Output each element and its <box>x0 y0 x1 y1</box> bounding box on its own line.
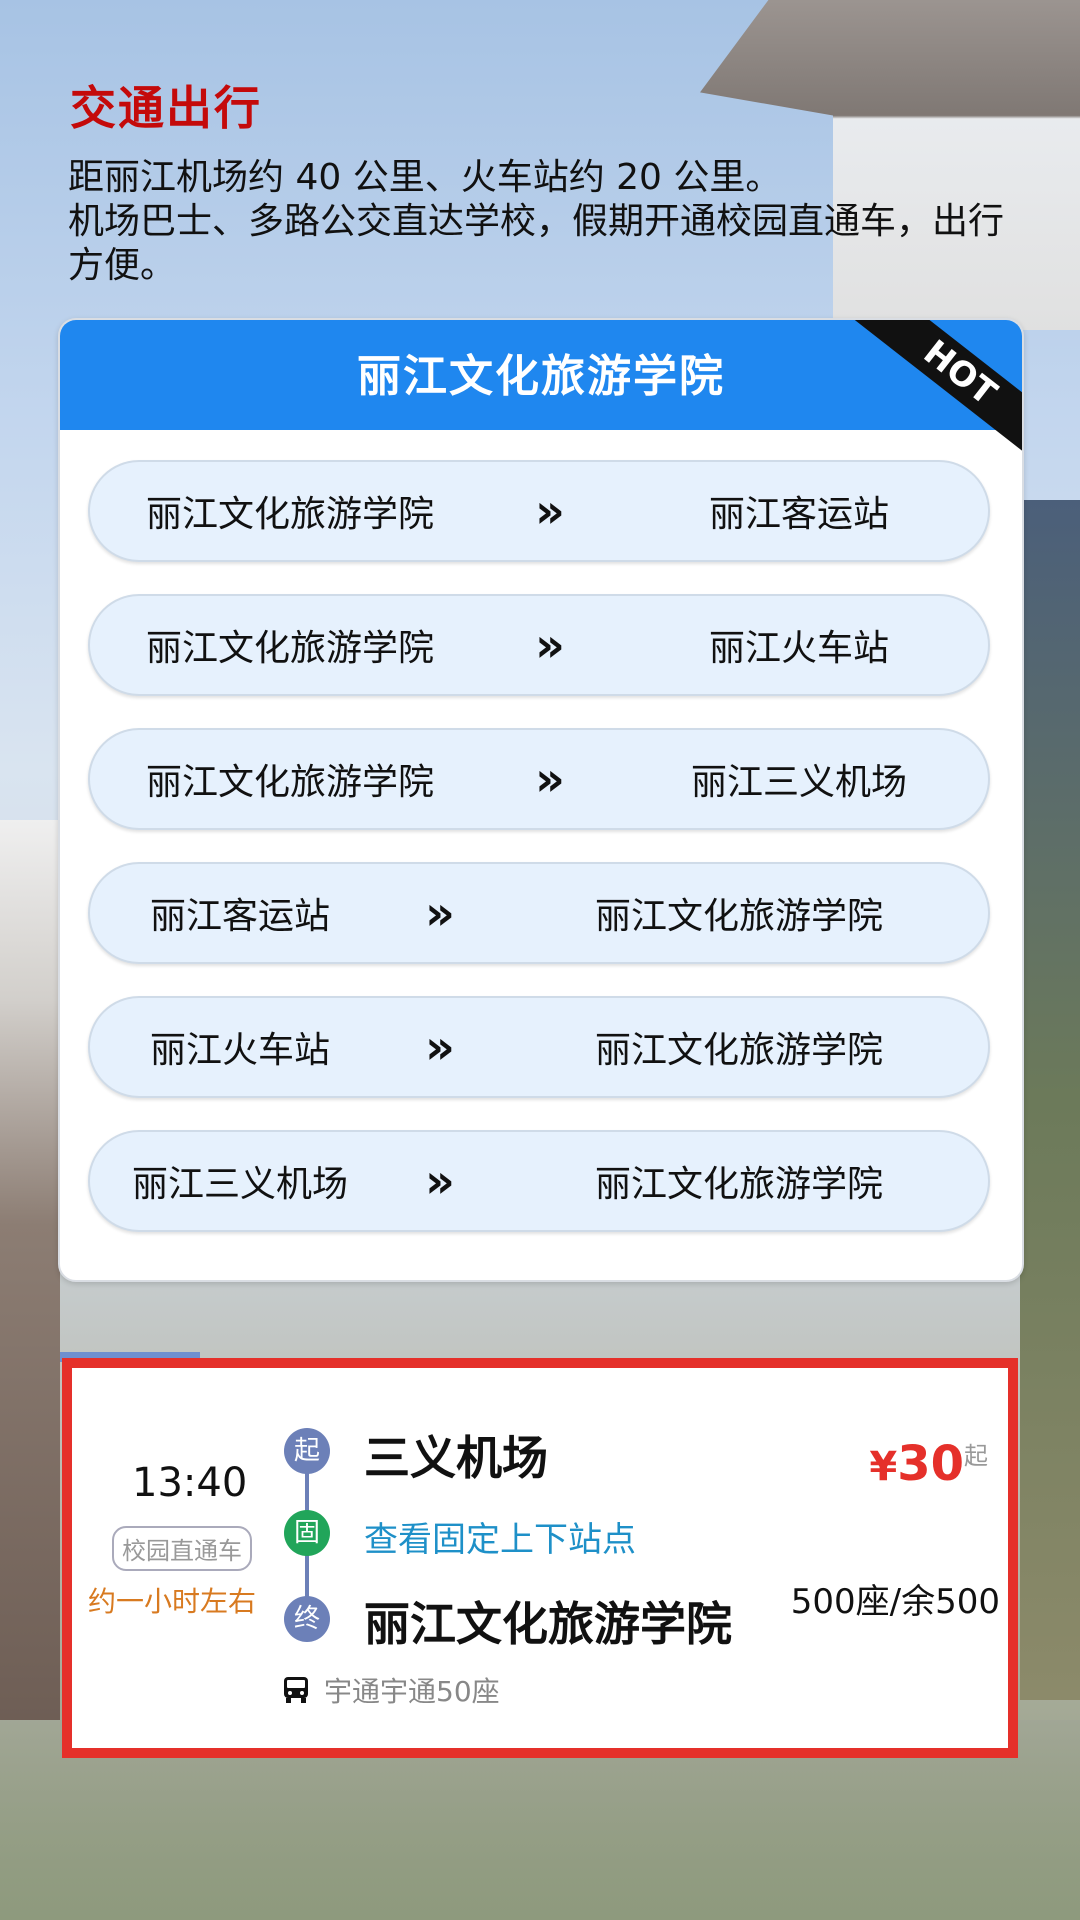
route-to: 丽江三义机场 <box>690 762 907 803</box>
price-suffix: 起 <box>964 1442 988 1470</box>
route-item[interactable]: 丽江文化旅游学院 » 丽江火车站 <box>88 594 990 696</box>
service-type-badge: 校园直通车 <box>112 1526 252 1571</box>
route-from: 丽江文化旅游学院 <box>145 494 434 535</box>
bus-icon <box>284 1677 308 1703</box>
route-from: 丽江火车站 <box>149 1030 330 1071</box>
fixed-stops-marker-icon: 固 <box>284 1510 330 1556</box>
double-chevron-right-icon: » <box>535 484 565 538</box>
route-item[interactable]: 丽江三义机场 » 丽江文化旅游学院 <box>88 1130 990 1232</box>
intro-line-distance: 距丽江机场约 40 公里、火车站约 20 公里。 <box>68 157 782 198</box>
intro-line-transport: 机场巴士、多路公交直达学校，假期开通校园直通车，出行方便。 <box>68 201 1005 286</box>
trip-duration: 约一小时左右 <box>88 1585 257 1618</box>
route-from: 丽江文化旅游学院 <box>145 762 434 803</box>
double-chevron-right-icon: » <box>425 1020 455 1074</box>
route-card: 丽江文化旅游学院 HOT 丽江文化旅游学院 » 丽江客运站 丽江文化旅游学院 »… <box>58 318 1024 1282</box>
double-chevron-right-icon: » <box>535 618 565 672</box>
vehicle-info: 宇通宇通50座 <box>282 1670 500 1710</box>
intro-text: 距丽江机场约 40 公里、火车站约 20 公里。 机场巴士、多路公交直达学校，假… <box>68 156 1018 288</box>
double-chevron-right-icon: » <box>425 886 455 940</box>
route-from: 丽江三义机场 <box>131 1164 348 1205</box>
section-title: 交通出行 <box>70 81 262 135</box>
route-to: 丽江文化旅游学院 <box>594 896 883 937</box>
route-item[interactable]: 丽江文化旅游学院 » 丽江三义机场 <box>88 728 990 830</box>
route-item[interactable]: 丽江文化旅游学院 » 丽江客运站 <box>88 460 990 562</box>
vehicle-model: 宇通宇通50座 <box>324 1675 500 1708</box>
route-item[interactable]: 丽江客运站 » 丽江文化旅游学院 <box>88 862 990 964</box>
seat-availability: 500座/余500 <box>790 1582 1000 1622</box>
start-marker-icon: 起 <box>284 1428 330 1474</box>
start-station: 三义机场 <box>364 1431 548 1485</box>
route-list: 丽江文化旅游学院 » 丽江客运站 丽江文化旅游学院 » 丽江火车站 丽江文化旅游… <box>88 460 990 1264</box>
double-chevron-right-icon: » <box>535 752 565 806</box>
double-chevron-right-icon: » <box>425 1154 455 1208</box>
route-to: 丽江客运站 <box>708 494 889 535</box>
price-currency: ¥ <box>869 1444 898 1490</box>
background-mountain <box>1020 500 1080 1700</box>
route-to: 丽江火车站 <box>708 628 889 669</box>
route-from: 丽江文化旅游学院 <box>145 628 434 669</box>
background-building <box>0 820 60 1720</box>
price-amount: 30 <box>897 1436 964 1492</box>
route-to: 丽江文化旅游学院 <box>594 1030 883 1071</box>
route-to: 丽江文化旅游学院 <box>594 1164 883 1205</box>
end-marker-icon: 终 <box>284 1596 330 1642</box>
route-item[interactable]: 丽江火车站 » 丽江文化旅游学院 <box>88 996 990 1098</box>
route-from: 丽江客运站 <box>149 896 330 937</box>
end-station: 丽江文化旅游学院 <box>364 1597 732 1651</box>
departure-time: 13:40 <box>132 1460 248 1506</box>
view-fixed-stops-link[interactable]: 查看固定上下站点 <box>364 1512 636 1561</box>
ticket-price: ¥30起 <box>869 1436 988 1492</box>
bus-ticket-card[interactable]: 13:40 校园直通车 约一小时左右 起 固 终 三义机场 查看固定上下站点 丽… <box>62 1358 1018 1758</box>
